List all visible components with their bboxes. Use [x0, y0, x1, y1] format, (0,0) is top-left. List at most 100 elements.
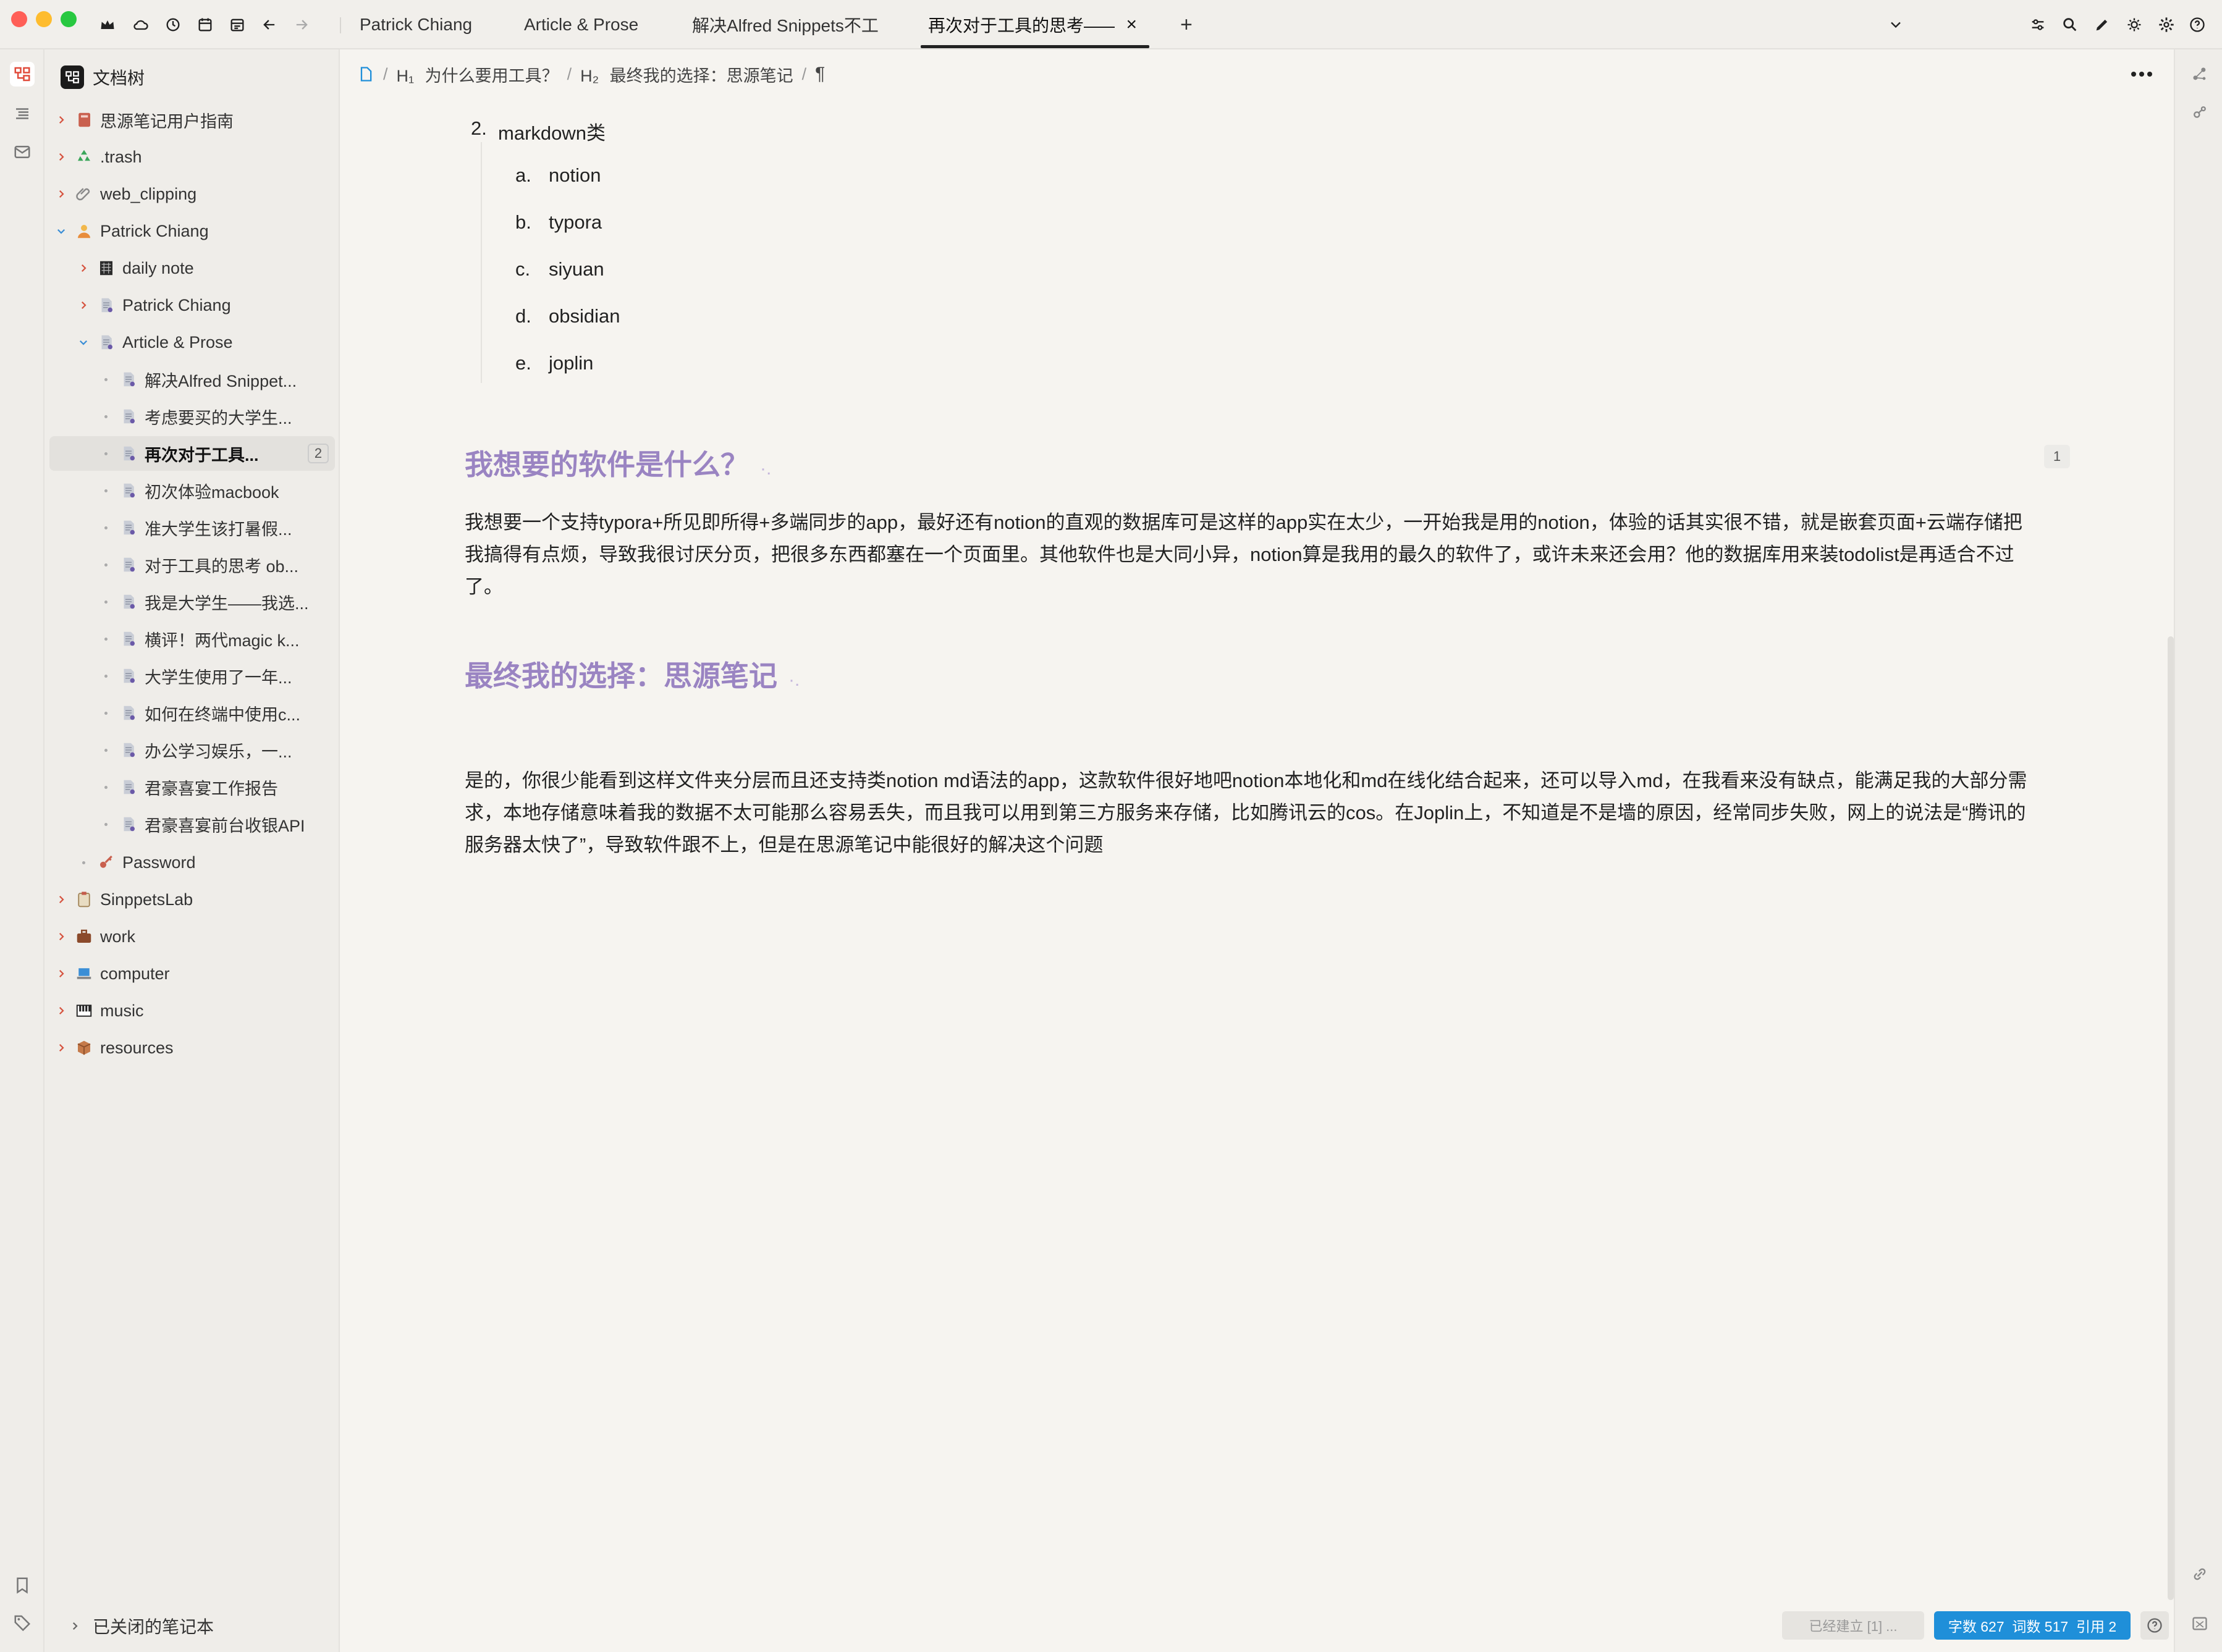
list-item-markdown: 2. markdown类	[471, 117, 606, 144]
crown-icon[interactable]	[95, 11, 120, 38]
heading-anchor-icon[interactable]: ·.	[760, 458, 771, 479]
chevron-right-icon[interactable]	[53, 186, 69, 202]
piano-icon	[74, 1001, 94, 1021]
close-tab-button[interactable]: ×	[1126, 14, 1137, 35]
chevron-right-icon[interactable]	[53, 966, 69, 982]
tree-item-label: 大学生使用了一年...	[145, 668, 292, 687]
sun-icon[interactable]	[2122, 11, 2147, 38]
doc-tree-icon	[61, 65, 84, 89]
tree-item[interactable]: 君豪喜宴工作报告	[49, 770, 335, 804]
tree-item-selected[interactable]: 再次对于工具... 2	[49, 436, 335, 471]
calendar-alt-icon[interactable]	[225, 11, 250, 38]
tree-item-label: web_clipping	[100, 184, 197, 203]
sliders-icon[interactable]	[2026, 11, 2050, 38]
minimize-window-button[interactable]	[36, 11, 52, 27]
breadcrumb-h2[interactable]: H₂ 最终我的选择：思源笔记	[580, 62, 793, 86]
chevron-down-icon[interactable]	[75, 334, 91, 350]
bookmark-icon[interactable]	[10, 1573, 35, 1598]
tree-item[interactable]: Password	[49, 845, 335, 880]
tree-item[interactable]: work	[49, 919, 335, 954]
tag-icon[interactable]	[10, 1610, 35, 1635]
tree-item-label: 考虑要买的大学生...	[145, 408, 292, 428]
tree-item[interactable]: 大学生使用了一年...	[49, 659, 335, 693]
pen-icon[interactable]	[2090, 11, 2114, 38]
global-graph-icon[interactable]	[2189, 101, 2211, 124]
tree-item[interactable]: daily note	[49, 251, 335, 285]
tree-item[interactable]: 君豪喜宴前台收银API	[49, 807, 335, 841]
tab-list-chevron-icon[interactable]	[1883, 11, 1908, 38]
tree-item[interactable]: resources	[49, 1030, 335, 1065]
chevron-right-icon[interactable]	[53, 891, 69, 908]
inbox-icon[interactable]	[10, 140, 35, 164]
tree-item-label: Article & Prose	[122, 332, 233, 352]
close-window-button[interactable]	[11, 11, 27, 27]
backlink-status[interactable]: 已经建立 [1] ...	[1782, 1611, 1924, 1640]
forward-icon[interactable]	[289, 11, 314, 38]
tab-rethinking-tools[interactable]: 再次对于工具的思考——J ×	[918, 0, 1147, 49]
tree-item[interactable]: Patrick Chiang	[49, 288, 335, 322]
search-icon[interactable]	[2058, 11, 2082, 38]
tree-item[interactable]: 解决Alfred Snippet...	[49, 362, 335, 397]
paragraph-icon[interactable]: ¶	[815, 64, 825, 85]
tree-item[interactable]: 横评！两代magic k...	[49, 622, 335, 656]
tree-item[interactable]: web_clipping	[49, 177, 335, 211]
laptop-icon	[74, 964, 94, 984]
doc-icon	[119, 481, 138, 500]
book-icon	[74, 110, 94, 130]
chevron-right-icon[interactable]	[53, 1040, 69, 1056]
zoom-window-button[interactable]	[61, 11, 77, 27]
tree-item[interactable]: 如何在终端中使用c...	[49, 696, 335, 730]
chevron-right-icon[interactable]	[75, 260, 91, 276]
breadcrumb-h1[interactable]: H₁ 为什么要用工具？	[397, 62, 559, 86]
file-tree-icon[interactable]	[10, 62, 35, 86]
tree-item[interactable]: Article & Prose	[49, 325, 335, 360]
more-options-icon[interactable]	[2127, 63, 2157, 85]
chevron-right-icon[interactable]	[53, 149, 69, 165]
doc-icon	[119, 518, 138, 537]
tree-item-label: 解决Alfred Snippet...	[145, 371, 297, 390]
tree-item[interactable]: SinppetsLab	[49, 882, 335, 917]
tree-item[interactable]: .trash	[49, 140, 335, 174]
link-icon[interactable]	[2189, 1563, 2211, 1585]
chevron-right-icon[interactable]	[53, 929, 69, 945]
graph-view-icon[interactable]	[2189, 63, 2211, 85]
chevron-down-icon[interactable]	[53, 223, 69, 239]
tree-item[interactable]: 思源笔记用户指南	[49, 103, 335, 137]
chevron-right-icon[interactable]	[75, 297, 91, 313]
tree-item[interactable]: Patrick Chiang	[49, 214, 335, 248]
back-icon[interactable]	[257, 11, 282, 38]
tree-item-label: Password	[122, 853, 196, 872]
document-icon[interactable]	[357, 65, 374, 83]
tree-item[interactable]: 初次体验macbook	[49, 473, 335, 508]
tab-alfred-snippets[interactable]: 解决Alfred Snippets不工	[682, 0, 892, 49]
reference-count-badge[interactable]: 1	[2044, 445, 2070, 468]
tree-item[interactable]: 准大学生该打暑假...	[49, 510, 335, 545]
tab-separator	[340, 17, 341, 33]
add-tab-button[interactable]: +	[1170, 0, 1202, 49]
status-help-icon[interactable]	[2140, 1611, 2169, 1640]
outline-icon[interactable]	[10, 101, 35, 126]
history-icon[interactable]	[161, 11, 185, 38]
tree-item[interactable]: computer	[49, 956, 335, 991]
cloud-icon[interactable]	[129, 11, 153, 38]
gear-icon[interactable]	[2154, 11, 2179, 38]
tab-patrick-chiang[interactable]: Patrick Chiang	[350, 0, 489, 49]
calendar-icon[interactable]	[193, 11, 218, 38]
chevron-right-icon[interactable]	[53, 1003, 69, 1019]
tab-article-prose[interactable]: Article & Prose	[514, 0, 659, 49]
package-icon	[74, 1038, 94, 1058]
closed-notebooks-toggle[interactable]: 已关闭的笔记本	[67, 1612, 214, 1640]
tree-item[interactable]: music	[49, 993, 335, 1028]
tree-item[interactable]: 我是大学生——我选...	[49, 584, 335, 619]
chevron-right-icon[interactable]	[53, 112, 69, 128]
word-count-status[interactable]: 字数 627 词数 517 引用 2	[1934, 1611, 2131, 1640]
tree-item[interactable]: 对于工具的思考 ob...	[49, 547, 335, 582]
dock-layout-icon[interactable]	[2189, 1612, 2211, 1635]
help-icon[interactable]	[2185, 11, 2210, 38]
calendar-doc-icon	[96, 258, 116, 278]
tree-item[interactable]: 办公学习娱乐，一...	[49, 733, 335, 767]
key-icon	[96, 853, 116, 872]
heading-anchor-icon[interactable]: ·.	[788, 670, 800, 690]
tree-item[interactable]: 考虑要买的大学生...	[49, 399, 335, 434]
editor-scrollbar[interactable]	[2168, 636, 2174, 1600]
